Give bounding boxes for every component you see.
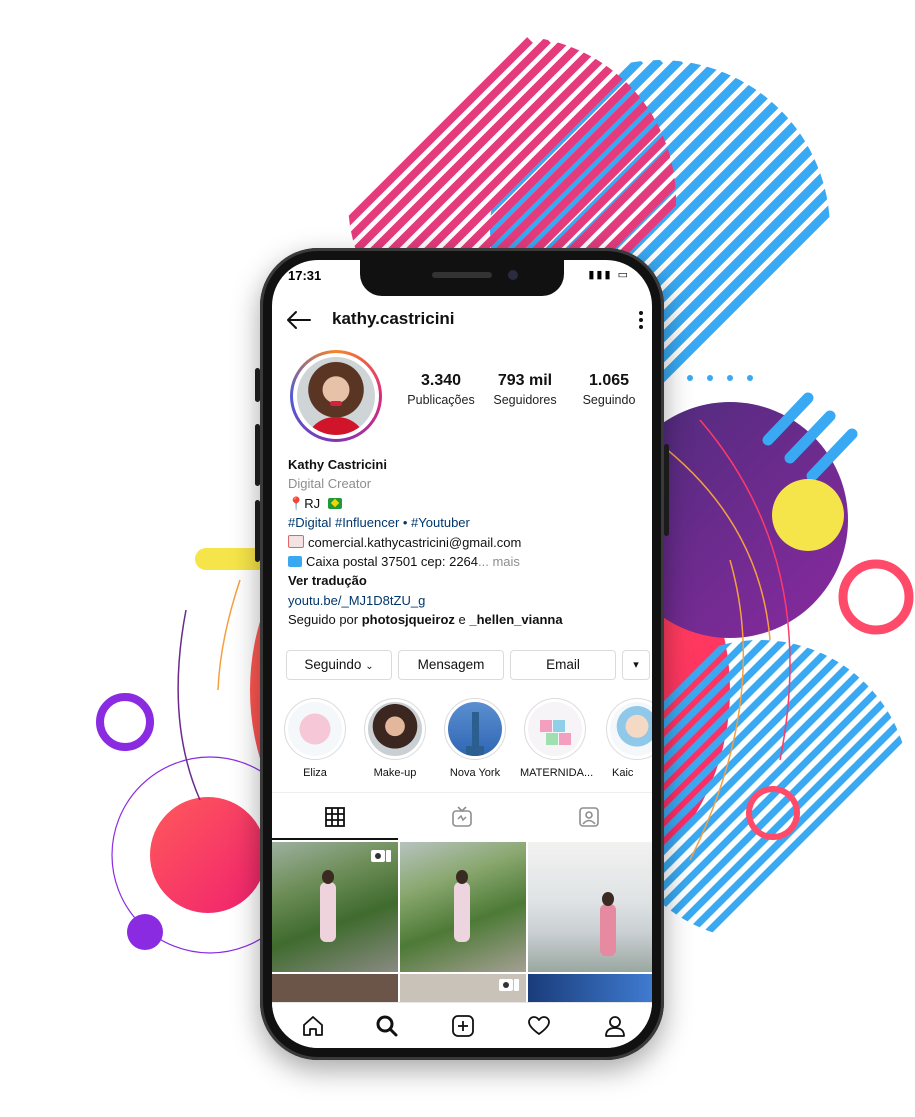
status-time: 17:31 [288, 268, 322, 283]
highlight-cover-statue-of-liberty [448, 702, 502, 756]
igtv-icon [452, 806, 472, 827]
mute-switch [255, 368, 260, 402]
phone-frame: 17:31 ▮▮▮ ▭ kathy.castricini 3.340 Publi… [255, 248, 669, 1060]
bio-email: comercial.kathycastricini@gmail.com [308, 534, 522, 550]
stat-following-label: Seguindo [582, 393, 636, 407]
bio-postal: Caixa postal 37501 cep: 2264 [306, 554, 479, 570]
stat-posts-label: Publicações [407, 393, 475, 407]
following-button-label: Seguindo [304, 657, 362, 672]
mailbox-icon [288, 556, 302, 568]
video-reel-icon [499, 979, 519, 991]
suggested-dropdown-button[interactable]: ▾ [622, 650, 650, 680]
post-thumbnail[interactable] [400, 974, 526, 1004]
speaker [432, 272, 492, 278]
highlight-cover-baby-boy [610, 702, 652, 756]
profile-actions: Seguindo ⌄ Mensagem Email ▾ [286, 650, 652, 680]
new-post-icon[interactable] [450, 1013, 476, 1039]
search-icon[interactable] [374, 1013, 400, 1039]
tab-grid[interactable] [272, 793, 398, 840]
profile-bio: Kathy Castricini Digital Creator 📍RJ #Di… [288, 455, 648, 630]
bio-website-link[interactable]: youtu.be/_MJ1D8tZU_g [288, 591, 648, 610]
stat-posts-value: 3.340 [420, 372, 462, 389]
profile-username: kathy.castricini [332, 309, 455, 328]
notch [360, 260, 564, 296]
posts-grid [272, 842, 652, 1004]
message-button[interactable]: Mensagem [398, 650, 504, 680]
tagged-icon [579, 807, 599, 827]
highlight-item[interactable]: Eliza [280, 698, 350, 779]
stat-following-value: 1.065 [588, 372, 630, 389]
stat-posts[interactable]: 3.340 Publicações [396, 372, 486, 407]
story-highlights: Eliza Make-up Nova York MATERNIDA... Kai… [272, 698, 652, 788]
post-thumbnail[interactable] [528, 974, 652, 1004]
stat-followers-label: Seguidores [493, 393, 557, 407]
highlight-label: Nova York [449, 767, 501, 779]
activity-heart-icon[interactable] [526, 1013, 552, 1039]
profile-category: Digital Creator [288, 476, 372, 492]
chevron-down-icon: ⌄ [365, 661, 374, 672]
decor-pink-circle [150, 797, 266, 913]
highlight-item[interactable]: MATERNIDA... [520, 698, 594, 779]
bio-location: RJ [304, 495, 321, 511]
bio-more-link[interactable]: ... mais [478, 554, 520, 569]
stat-following[interactable]: 1.065 Seguindo [564, 372, 652, 407]
followed-by-user-1: photosjqueiroz [361, 612, 455, 628]
profile-header-bar: kathy.castricini [272, 298, 652, 342]
followed-by-line[interactable]: Seguido por photosjqueiroz e _hellen_via… [288, 610, 648, 629]
post-thumbnail[interactable] [272, 974, 398, 1004]
envelope-heart-icon [288, 534, 304, 548]
signal-icon: ▮▮▮ [588, 269, 613, 281]
highlight-label: Make-up [373, 767, 417, 779]
bio-location-line: 📍RJ [288, 494, 648, 513]
highlight-label: MATERNIDA... [520, 767, 594, 779]
following-button[interactable]: Seguindo ⌄ [286, 650, 392, 680]
bottom-navigation [272, 1002, 652, 1048]
highlight-cover-baby-blocks [528, 702, 582, 756]
post-thumbnail[interactable] [528, 842, 652, 972]
volume-up-button [255, 424, 260, 486]
bio-hashtags[interactable]: #Digital #Influencer • #Youtuber [288, 513, 648, 532]
bio-postal-line: Caixa postal 37501 cep: 2264... mais [288, 552, 648, 571]
battery-icon: ▭ [617, 269, 630, 281]
home-icon[interactable] [300, 1013, 326, 1039]
front-camera [508, 270, 518, 280]
tab-tagged[interactable] [526, 793, 652, 840]
highlight-item[interactable]: Kaic [602, 698, 652, 779]
highlight-item[interactable]: Make-up [360, 698, 430, 779]
see-translation-link[interactable]: Ver tradução [288, 571, 648, 590]
highlight-cover-makeup [368, 702, 422, 756]
stat-followers-value: 793 mil [497, 372, 553, 389]
highlight-label: Kaic [612, 767, 634, 779]
more-options-icon[interactable] [638, 310, 644, 330]
video-reel-icon [371, 850, 391, 862]
followed-by-prefix: Seguido por [288, 612, 362, 628]
status-icons: ▮▮▮ ▭ [588, 268, 630, 281]
phone-screen: 17:31 ▮▮▮ ▭ kathy.castricini 3.340 Publi… [272, 260, 652, 1048]
stat-followers[interactable]: 793 mil Seguidores [480, 372, 570, 407]
bio-email-line: comercial.kathycastricini@gmail.com [288, 533, 648, 552]
post-thumbnail[interactable] [272, 842, 398, 972]
content-tabs [272, 792, 652, 841]
profile-avatar[interactable] [290, 350, 382, 442]
power-button [664, 444, 669, 536]
highlight-label: Eliza [303, 767, 327, 779]
profile-icon[interactable] [602, 1013, 628, 1039]
followed-by-user-2: _hellen_vianna [469, 612, 563, 628]
back-arrow-icon[interactable] [284, 308, 312, 332]
brazil-flag-icon [327, 497, 342, 509]
profile-stats: 3.340 Publicações 793 mil Seguidores 1.0… [396, 372, 652, 422]
tab-igtv[interactable] [399, 793, 525, 840]
followed-by-and: e [454, 612, 470, 628]
decor-yellow-circle [772, 479, 844, 551]
highlight-cover-baby-icon [288, 702, 342, 756]
pin-icon: 📍 [288, 495, 305, 511]
email-button[interactable]: Email [510, 650, 616, 680]
grid-icon [325, 807, 345, 827]
highlight-item[interactable]: Nova York [440, 698, 510, 779]
post-thumbnail[interactable] [400, 842, 526, 972]
profile-name: Kathy Castricini [288, 457, 387, 472]
volume-down-button [255, 500, 260, 562]
avatar-photo [297, 357, 375, 435]
